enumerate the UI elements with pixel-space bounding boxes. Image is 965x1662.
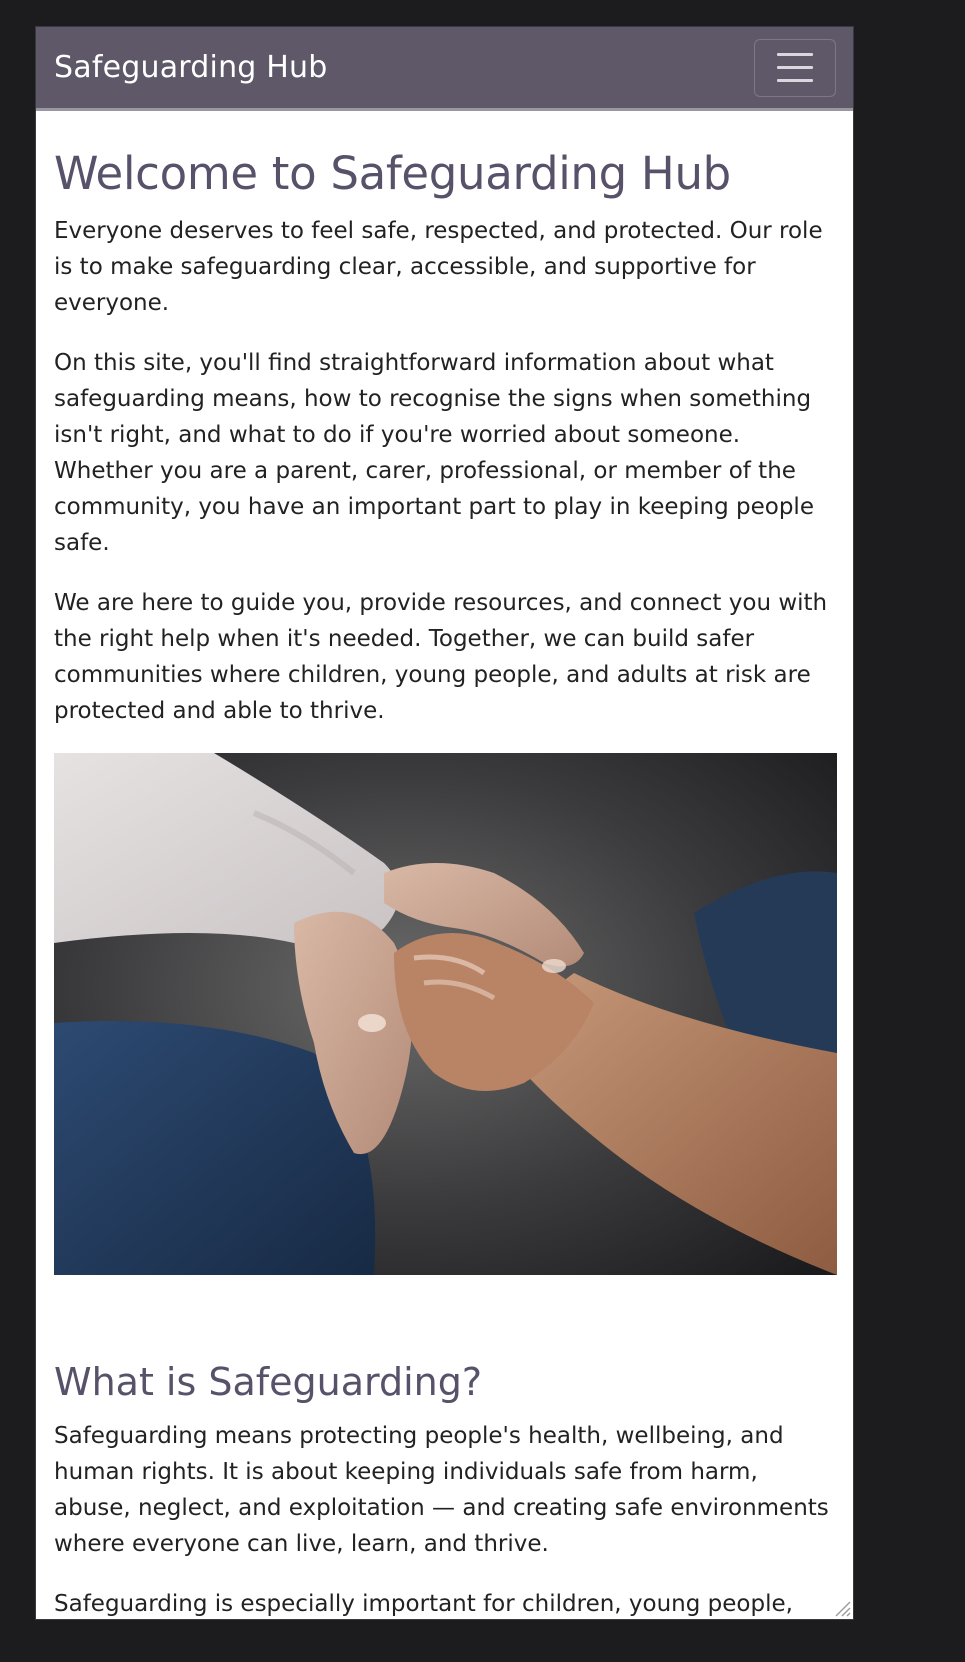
welcome-paragraph: On this site, you'll find straightforwar…	[54, 350, 814, 556]
resize-grip-icon[interactable]	[833, 1599, 851, 1617]
welcome-paragraph: We are here to guide you, provide resour…	[54, 590, 828, 724]
navbar: Safeguarding Hub	[36, 27, 853, 111]
section-heading: What is Safeguarding?	[54, 1360, 483, 1404]
section-paragraph: Safeguarding is especially important for…	[54, 1590, 793, 1617]
holding-hands-photo	[54, 753, 837, 1275]
navbar-toggle-button[interactable]	[754, 38, 836, 97]
section-paragraph: Safeguarding means protecting people's h…	[54, 1422, 829, 1557]
hamburger-menu-icon	[777, 53, 813, 56]
main-content: Welcome to Safeguarding Hub Everyone des…	[36, 147, 853, 1619]
hamburger-menu-icon-bar	[777, 79, 813, 82]
page-title: Welcome to Safeguarding Hub	[54, 147, 731, 200]
navbar-brand[interactable]: Safeguarding Hub	[54, 50, 327, 85]
welcome-paragraph: Everyone deserves to feel safe, respecte…	[54, 218, 823, 316]
browser-viewport: Safeguarding Hub Welcome to Safeguarding…	[35, 26, 854, 1620]
hamburger-menu-icon-bar	[777, 66, 813, 69]
